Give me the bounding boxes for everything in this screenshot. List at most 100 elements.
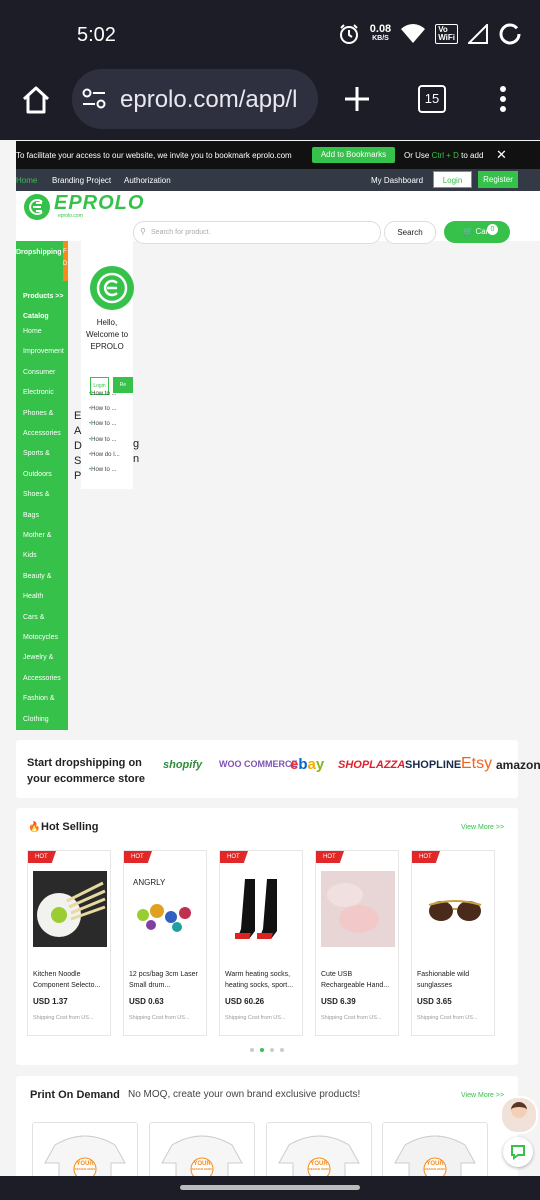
- products-catalog-heading[interactable]: Products >> Catalog: [23, 287, 65, 327]
- help-link[interactable]: •How to ...: [89, 437, 116, 443]
- nav-authorization[interactable]: Authorization: [124, 176, 171, 185]
- logo-text[interactable]: EPROLO: [54, 192, 144, 215]
- pod-product-card[interactable]: YOUR DESIGN HERE: [382, 1122, 488, 1176]
- category-item[interactable]: Outdoors: [23, 471, 52, 478]
- product-price: USD 6.39: [321, 997, 356, 1006]
- etsy-logo-icon[interactable]: Etsy: [461, 755, 492, 773]
- search-input[interactable]: ⚲ Search for product.: [133, 221, 381, 244]
- bookmark-notice-bar: To facilitate your access to our website…: [16, 141, 540, 169]
- url-text[interactable]: eprolo.com/app/l: [120, 86, 308, 114]
- site-settings-icon[interactable]: [82, 88, 106, 110]
- search-button[interactable]: Search: [384, 221, 436, 244]
- platforms-section: Start dropshipping on your ecommerce sto…: [16, 740, 540, 798]
- help-link[interactable]: •How to ...: [89, 467, 116, 473]
- tab-secondary[interactable]: FD: [63, 241, 68, 281]
- product-name[interactable]: Fashionable wild sunglasses: [417, 969, 491, 991]
- home-icon[interactable]: [20, 84, 52, 116]
- add-to-bookmarks-button[interactable]: Add to Bookmarks: [312, 147, 395, 163]
- clipped-text-left: EADSP: [74, 410, 82, 482]
- design-placeholder-label: YOUR DESIGN HERE: [308, 1161, 330, 1171]
- design-placeholder-label: YOUR DESIGN HERE: [191, 1161, 213, 1171]
- hot-badge: HOT: [220, 851, 248, 863]
- carousel-dot[interactable]: [270, 1048, 274, 1052]
- category-item[interactable]: Sports &: [23, 450, 50, 457]
- cart-button[interactable]: 🛒 Cart 0: [444, 221, 510, 243]
- pod-product-card[interactable]: YOUR DESIGN HERE: [149, 1122, 255, 1176]
- shoplazza-logo-icon[interactable]: SHOPLAZZA: [338, 759, 405, 771]
- help-link[interactable]: •How to ...: [89, 406, 116, 412]
- new-tab-icon[interactable]: [343, 85, 371, 113]
- product-price: USD 0.63: [129, 997, 164, 1006]
- hot-badge: HOT: [412, 851, 440, 863]
- pod-view-more[interactable]: View More >>: [461, 1092, 504, 1099]
- gesture-handle[interactable]: [180, 1185, 360, 1190]
- product-shipping: Shipping Cost from US...: [129, 1015, 190, 1021]
- category-item[interactable]: Health: [23, 593, 43, 600]
- product-name[interactable]: Cute USB Rechargeable Hand...: [321, 969, 395, 991]
- shopify-logo-icon[interactable]: shopify: [163, 759, 202, 771]
- product-image[interactable]: [321, 871, 395, 947]
- category-item[interactable]: Clothing: [23, 716, 49, 723]
- help-link[interactable]: •How to ...: [89, 391, 116, 397]
- category-item[interactable]: Kids: [23, 552, 37, 559]
- category-item[interactable]: Consumer: [23, 369, 55, 376]
- carousel-dot[interactable]: [260, 1048, 264, 1052]
- product-shipping: Shipping Cost from US...: [417, 1015, 478, 1021]
- amazon-logo-icon[interactable]: amazon: [496, 758, 540, 772]
- chat-icon: [511, 1145, 525, 1160]
- product-name[interactable]: Kitchen Noodle Component Selecto...: [33, 969, 107, 991]
- more-menu-icon[interactable]: [497, 84, 509, 114]
- help-link[interactable]: •How to ...: [89, 421, 116, 427]
- category-item[interactable]: Home: [23, 328, 42, 335]
- register-button[interactable]: Register: [478, 171, 518, 188]
- product-name[interactable]: Warm heating socks, heating socks, sport…: [225, 969, 299, 991]
- product-card[interactable]: HOT Cute USB Rechargeable Hand... USD 6.39…: [315, 850, 399, 1036]
- product-image[interactable]: [225, 871, 299, 947]
- carousel-dot[interactable]: [250, 1048, 254, 1052]
- pod-product-card[interactable]: YOUR DESIGN HERE: [266, 1122, 372, 1176]
- login-button[interactable]: Login: [433, 171, 472, 188]
- help-link[interactable]: •How do I...: [89, 452, 120, 458]
- tab-switcher-button[interactable]: 15: [418, 85, 446, 113]
- ebay-logo-icon[interactable]: ebay: [290, 756, 324, 773]
- support-agent-avatar[interactable]: [500, 1096, 538, 1134]
- status-icons: 0.08 KB/S Vo WiFi: [338, 22, 522, 46]
- product-card[interactable]: HOT Kitchen Noodle Component Selecto... US…: [27, 850, 111, 1036]
- category-item[interactable]: Accessories: [23, 675, 61, 682]
- shopline-logo-icon[interactable]: SHOPLINE: [405, 759, 461, 771]
- carousel-dot[interactable]: [280, 1048, 284, 1052]
- category-item[interactable]: Cars &: [23, 614, 44, 621]
- product-image[interactable]: [33, 871, 107, 947]
- category-item[interactable]: Beauty &: [23, 573, 51, 580]
- product-card[interactable]: HOT ANGRLY 12 pcs/bag 3cm Laser Small drum…: [123, 850, 207, 1036]
- category-item[interactable]: Bags: [23, 512, 39, 519]
- hot-selling-view-more[interactable]: View More >>: [461, 824, 504, 831]
- close-icon[interactable]: ✕: [496, 147, 507, 163]
- design-placeholder-label: YOUR DESIGN HERE: [424, 1161, 446, 1171]
- product-price: USD 3.65: [417, 997, 452, 1006]
- category-item[interactable]: Motocycles: [23, 634, 58, 641]
- product-image[interactable]: [417, 871, 491, 947]
- category-item[interactable]: Phones &: [23, 410, 53, 417]
- category-item[interactable]: Fashion &: [23, 695, 55, 702]
- category-item[interactable]: Mother &: [23, 532, 51, 539]
- hot-badge: HOT: [124, 851, 152, 863]
- chat-button[interactable]: [503, 1137, 533, 1167]
- product-name[interactable]: 12 pcs/bag 3cm Laser Small drum...: [129, 969, 203, 991]
- pod-product-card[interactable]: YOUR DESIGN HERE: [32, 1122, 138, 1176]
- category-item[interactable]: Jewelry &: [23, 654, 53, 661]
- product-image[interactable]: ANGRLY: [129, 871, 203, 947]
- nav-branding-project[interactable]: Branding Project: [52, 176, 111, 185]
- tab-dropshipping[interactable]: Dropshipping: [16, 249, 62, 256]
- logo-icon[interactable]: [24, 194, 50, 220]
- nav-home[interactable]: Home: [16, 176, 37, 185]
- category-item[interactable]: Accessories: [23, 430, 61, 437]
- product-card[interactable]: HOT Warm heating socks, heating socks, sp…: [219, 850, 303, 1036]
- category-item[interactable]: Improvement: [23, 348, 64, 355]
- woocommerce-logo-icon[interactable]: WOO COMMERCE: [219, 759, 298, 769]
- notice-text: To facilitate your access to our website…: [16, 151, 292, 160]
- nav-my-dashboard[interactable]: My Dashboard: [371, 176, 423, 185]
- category-item[interactable]: Electronic: [23, 389, 54, 396]
- category-item[interactable]: Shoes &: [23, 491, 49, 498]
- product-card[interactable]: HOT Fashionable wild sunglasses USD 3.65 Sh…: [411, 850, 495, 1036]
